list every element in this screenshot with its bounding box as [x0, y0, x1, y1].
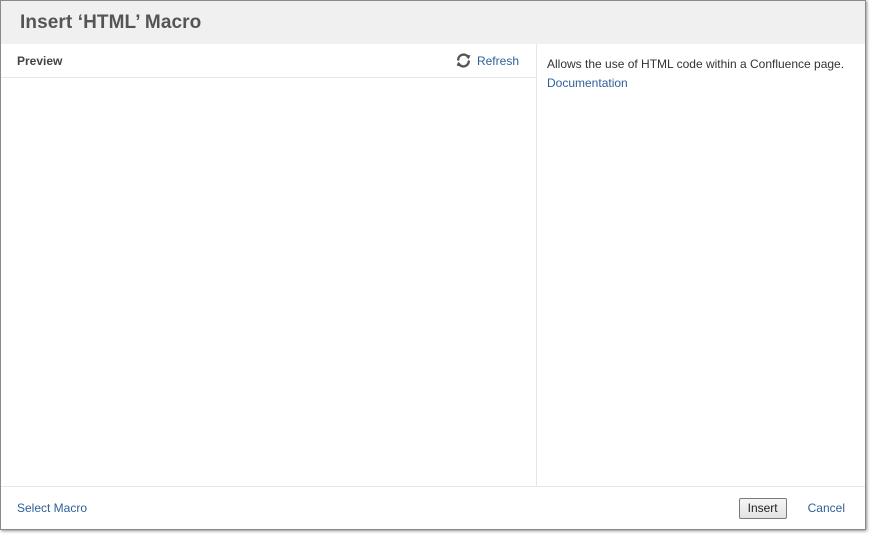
help-pane: Allows the use of HTML code within a Con… — [537, 44, 865, 486]
preview-header: Preview Refresh — [1, 44, 536, 78]
dialog-footer: Select Macro Insert Cancel — [1, 486, 865, 529]
dialog-title: Insert ‘HTML’ Macro — [20, 11, 202, 33]
preview-pane: Preview Refresh — [1, 44, 537, 486]
documentation-link[interactable]: Documentation — [547, 74, 628, 93]
refresh-label: Refresh — [476, 53, 519, 68]
dialog-header: Insert ‘HTML’ Macro — [1, 1, 865, 44]
preview-area — [1, 78, 536, 486]
refresh-button[interactable]: Refresh — [455, 52, 519, 69]
preview-title: Preview — [17, 53, 63, 68]
insert-macro-dialog: Insert ‘HTML’ Macro Preview Refresh Allo… — [0, 0, 866, 530]
refresh-icon — [455, 52, 472, 69]
dialog-body: Preview Refresh Allows the use of HTML c… — [1, 44, 865, 486]
cancel-link[interactable]: Cancel — [808, 501, 845, 515]
macro-description: Allows the use of HTML code within a Con… — [547, 57, 845, 71]
footer-actions: Insert Cancel — [738, 497, 845, 519]
select-macro-link[interactable]: Select Macro — [17, 501, 87, 515]
insert-button[interactable]: Insert — [738, 497, 787, 519]
